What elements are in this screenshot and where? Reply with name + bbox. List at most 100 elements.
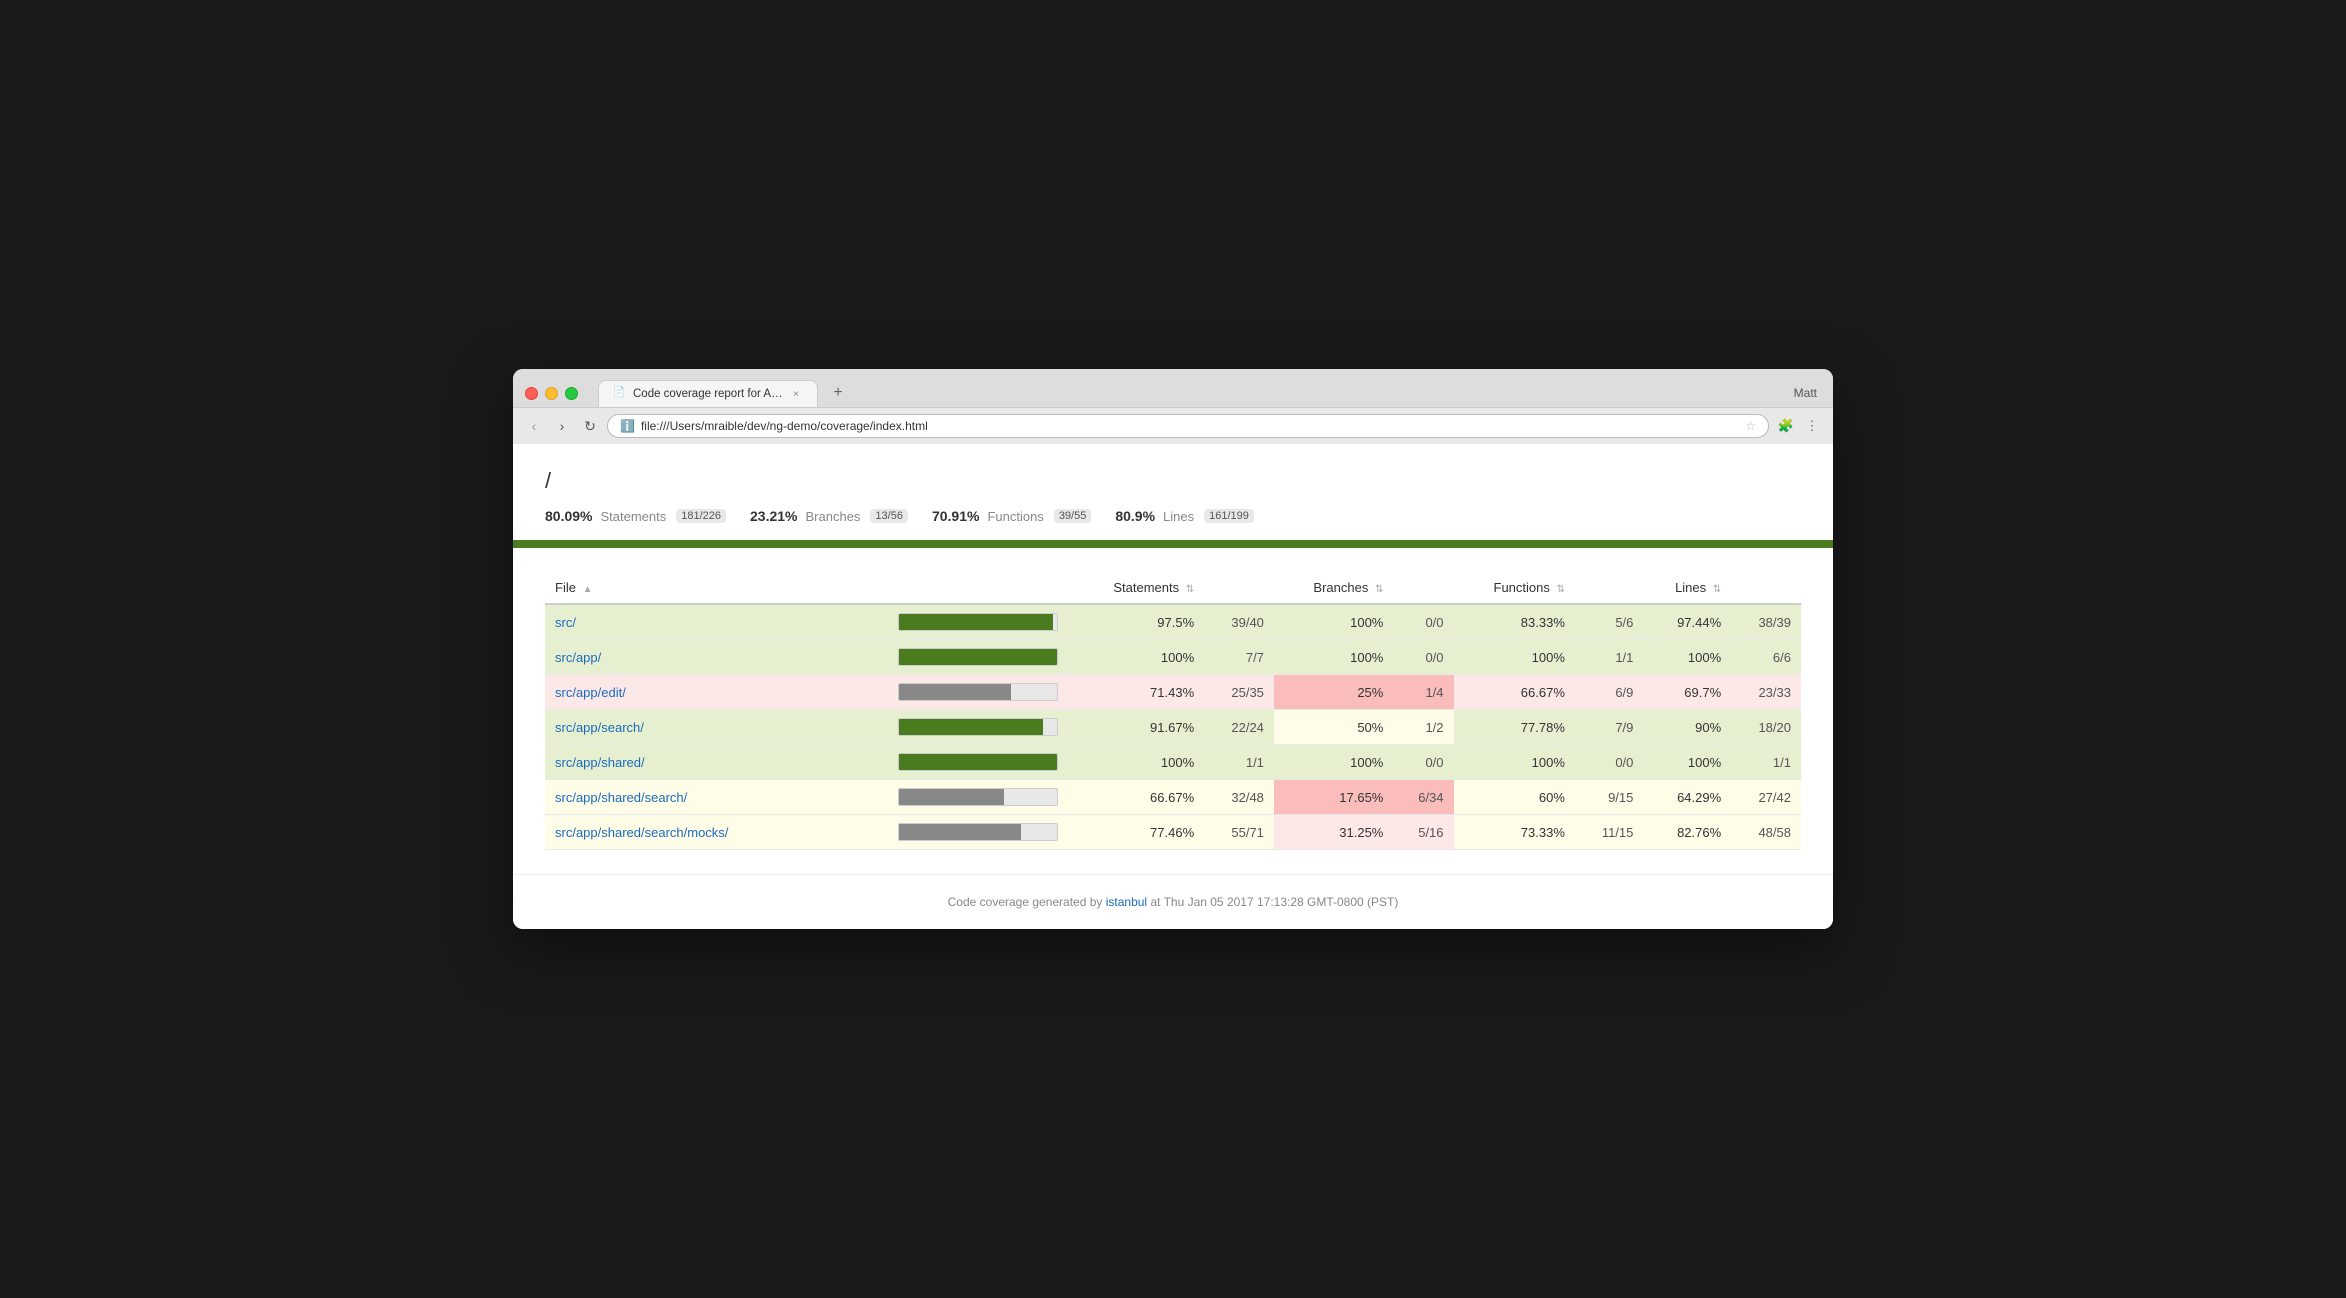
title-bar: 📄 Code coverage report for All fi × + Ma… [513, 369, 1833, 444]
file-cell: src/app/shared/search/ [545, 780, 890, 815]
line-num-cell: 23/33 [1731, 675, 1801, 710]
progress-cell [890, 640, 1070, 675]
branch-num-cell: 5/16 [1393, 815, 1453, 850]
tab-close-button[interactable]: × [789, 387, 803, 401]
branch-num-cell: 1/2 [1393, 710, 1453, 745]
statements-badge: 181/226 [676, 509, 726, 523]
branch-pct-cell: 17.65% [1274, 780, 1393, 815]
forward-button[interactable]: › [551, 415, 573, 437]
table-area: File ▲ Statements ⇅ Branches ⇅ [513, 548, 1833, 874]
file-link[interactable]: src/app/shared/ [555, 755, 645, 770]
file-link[interactable]: src/app/shared/search/ [555, 790, 687, 805]
user-label: Matt [1794, 386, 1821, 400]
branch-pct-cell: 100% [1274, 640, 1393, 675]
stmt-num-cell: 39/40 [1204, 604, 1274, 640]
table-row: src/app/shared/search/mocks/77.46%55/713… [545, 815, 1801, 850]
statements-pct: 80.09% [545, 508, 592, 524]
page-content: / 80.09% Statements 181/226 23.21% Branc… [513, 444, 1833, 540]
file-link[interactable]: src/app/edit/ [555, 685, 626, 700]
progress-cell [890, 675, 1070, 710]
branches-sort-icon: ⇅ [1375, 584, 1383, 595]
line-pct-cell: 90% [1643, 710, 1731, 745]
progress-cell [890, 745, 1070, 780]
th-file[interactable]: File ▲ [545, 572, 890, 604]
tab-favicon-icon: 📄 [613, 387, 627, 401]
close-button[interactable] [525, 387, 538, 400]
maximize-button[interactable] [565, 387, 578, 400]
statements-label: Statements [600, 509, 666, 524]
line-num-cell: 1/1 [1731, 745, 1801, 780]
branches-badge: 13/56 [870, 509, 908, 523]
fn-pct-cell: 73.33% [1454, 815, 1575, 850]
branch-pct-cell: 31.25% [1274, 815, 1393, 850]
line-num-cell: 48/58 [1731, 815, 1801, 850]
file-link[interactable]: src/app/ [555, 650, 601, 665]
statements-sort-icon: ⇅ [1186, 584, 1194, 595]
line-pct-cell: 82.76% [1643, 815, 1731, 850]
stmt-pct-cell: 77.46% [1070, 815, 1204, 850]
table-row: src/app/search/91.67%22/2450%1/277.78%7/… [545, 710, 1801, 745]
stmt-pct-cell: 91.67% [1070, 710, 1204, 745]
lines-badge: 161/199 [1204, 509, 1254, 523]
istanbul-link[interactable]: istanbul [1106, 895, 1147, 909]
line-num-cell: 27/42 [1731, 780, 1801, 815]
security-icon: ℹ️ [620, 419, 635, 433]
file-cell: src/app/ [545, 640, 890, 675]
back-button[interactable]: ‹ [523, 415, 545, 437]
browser-window: 📄 Code coverage report for All fi × + Ma… [513, 369, 1833, 929]
sort-asc-icon: ▲ [583, 584, 593, 595]
new-tab-button[interactable]: + [824, 379, 852, 407]
file-link[interactable]: src/app/shared/search/mocks/ [555, 825, 728, 840]
th-statements[interactable]: Statements ⇅ [1070, 572, 1204, 604]
branches-label: Branches [806, 509, 861, 524]
stmt-pct-cell: 97.5% [1070, 604, 1204, 640]
fn-pct-cell: 77.78% [1454, 710, 1575, 745]
lines-pct: 80.9% [1115, 508, 1155, 524]
branch-pct-cell: 25% [1274, 675, 1393, 710]
lines-sort-icon: ⇅ [1713, 584, 1721, 595]
extensions-icon[interactable]: 🧩 [1775, 415, 1797, 437]
summary-bar: 80.09% Statements 181/226 23.21% Branche… [545, 508, 1801, 540]
lines-label: Lines [1163, 509, 1194, 524]
fn-pct-cell: 60% [1454, 780, 1575, 815]
fn-num-cell: 6/9 [1575, 675, 1644, 710]
fn-num-cell: 1/1 [1575, 640, 1644, 675]
line-pct-cell: 69.7% [1643, 675, 1731, 710]
stmt-num-cell: 55/71 [1204, 815, 1274, 850]
line-num-cell: 6/6 [1731, 640, 1801, 675]
stmt-num-cell: 25/35 [1204, 675, 1274, 710]
th-branches-label: Branches [1313, 580, 1368, 595]
fn-pct-cell: 66.67% [1454, 675, 1575, 710]
th-functions[interactable]: Functions ⇅ [1454, 572, 1575, 604]
table-row: src/app/100%7/7100%0/0100%1/1100%6/6 [545, 640, 1801, 675]
progress-cell [890, 710, 1070, 745]
th-lines-num [1731, 572, 1801, 604]
th-functions-label: Functions [1494, 580, 1550, 595]
th-lines[interactable]: Lines ⇅ [1643, 572, 1731, 604]
active-tab[interactable]: 📄 Code coverage report for All fi × [598, 380, 818, 407]
url-text: file:///Users/mraible/dev/ng-demo/covera… [641, 419, 1739, 433]
file-link[interactable]: src/app/search/ [555, 720, 644, 735]
th-branches[interactable]: Branches ⇅ [1274, 572, 1393, 604]
more-icon[interactable]: ⋮ [1801, 415, 1823, 437]
bookmark-icon[interactable]: ☆ [1745, 419, 1756, 433]
branch-pct-cell: 100% [1274, 604, 1393, 640]
fn-num-cell: 0/0 [1575, 745, 1644, 780]
line-pct-cell: 97.44% [1643, 604, 1731, 640]
branch-num-cell: 0/0 [1393, 745, 1453, 780]
branches-pct: 23.21% [750, 508, 797, 524]
address-bar[interactable]: ℹ️ file:///Users/mraible/dev/ng-demo/cov… [607, 414, 1769, 438]
minimize-button[interactable] [545, 387, 558, 400]
line-pct-cell: 100% [1643, 745, 1731, 780]
fn-pct-cell: 100% [1454, 640, 1575, 675]
fn-num-cell: 7/9 [1575, 710, 1644, 745]
line-num-cell: 18/20 [1731, 710, 1801, 745]
tab-title: Code coverage report for All fi [633, 388, 783, 400]
file-link[interactable]: src/ [555, 615, 576, 630]
branch-num-cell: 0/0 [1393, 640, 1453, 675]
title-bar-top: 📄 Code coverage report for All fi × + Ma… [513, 369, 1833, 407]
refresh-button[interactable]: ↻ [579, 415, 601, 437]
table-row: src/app/edit/71.43%25/3525%1/466.67%6/96… [545, 675, 1801, 710]
th-bar [890, 572, 1070, 604]
stmt-pct-cell: 100% [1070, 745, 1204, 780]
